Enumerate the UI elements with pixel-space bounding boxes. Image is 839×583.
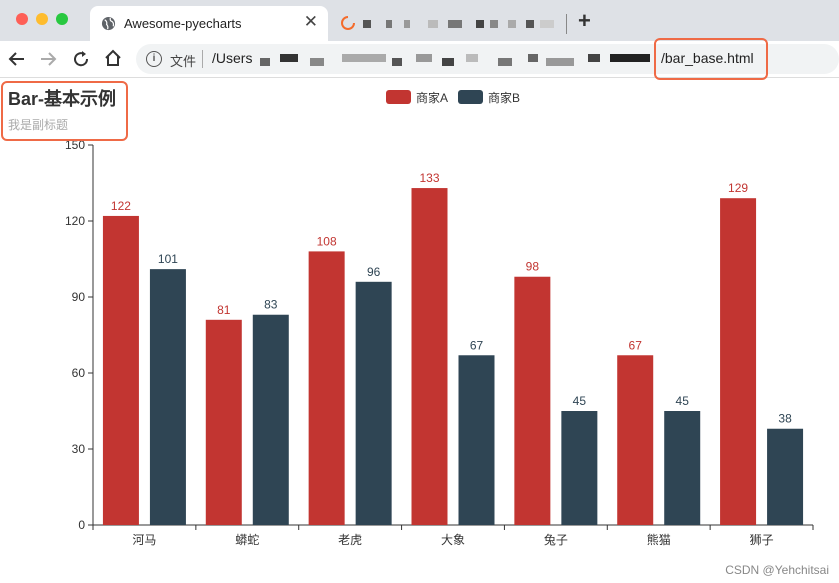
data-label-b: 101	[158, 252, 178, 266]
legend-label-b[interactable]: 商家B	[488, 90, 520, 105]
data-label-a: 81	[217, 303, 231, 317]
x-tick-label: 老虎	[338, 533, 362, 547]
tab-second[interactable]	[330, 6, 568, 41]
y-tick-label: 60	[72, 366, 86, 380]
x-tick-label: 兔子	[544, 532, 568, 547]
bar-b[interactable]	[458, 355, 495, 525]
globe-icon	[101, 16, 116, 31]
bar-b[interactable]	[355, 281, 392, 525]
y-tick-label: 30	[72, 442, 86, 456]
url-highlight-box	[654, 38, 768, 80]
maximize-window-icon[interactable]	[56, 13, 68, 25]
data-label-b: 96	[367, 265, 381, 279]
bar-b[interactable]	[149, 269, 186, 525]
bar-a[interactable]	[205, 319, 242, 525]
tab-strip: Awesome-pyecharts ✕ +	[0, 0, 839, 41]
minimize-window-icon[interactable]	[36, 13, 48, 25]
data-label-a: 133	[419, 171, 439, 185]
data-label-a: 108	[317, 234, 337, 248]
data-label-a: 98	[526, 260, 540, 274]
home-icon[interactable]	[104, 49, 122, 67]
data-label-a: 129	[728, 181, 748, 195]
legend[interactable]: 商家A 商家B	[386, 90, 520, 105]
data-label-b: 45	[573, 394, 587, 408]
bar-a[interactable]	[617, 355, 654, 525]
x-tick-label: 大象	[441, 533, 465, 547]
legend-swatch-b[interactable]	[458, 90, 483, 104]
bar-a[interactable]	[102, 215, 139, 525]
x-tick-label: 狮子	[750, 533, 774, 547]
y-tick-label: 120	[65, 214, 85, 228]
bar-b[interactable]	[561, 411, 598, 525]
loading-spinner-icon	[341, 16, 355, 30]
bar-chart: 0306090120150河马 蟒蛇 老虎 大象 兔子 熊猫 狮子 122811081339…	[8, 88, 814, 547]
data-label-b: 83	[264, 298, 278, 312]
watermark: CSDN @Yehchitsai	[725, 563, 829, 577]
bar-b[interactable]	[252, 314, 289, 525]
x-tick-label: 熊猫	[647, 532, 671, 547]
forward-arrow-icon[interactable]	[39, 50, 57, 68]
reload-icon[interactable]	[72, 50, 90, 68]
bar-b[interactable]	[664, 411, 701, 525]
data-label-a: 122	[111, 199, 131, 213]
tab-title: Awesome-pyecharts	[124, 16, 242, 31]
back-arrow-icon[interactable]	[8, 50, 26, 68]
title-highlight-box	[1, 81, 128, 141]
data-label-b: 45	[676, 394, 690, 408]
file-label: 文件	[170, 54, 197, 69]
y-tick-label: 90	[72, 290, 86, 304]
bar-a[interactable]	[308, 251, 345, 525]
x-tick-label: 河马	[132, 533, 156, 547]
tab-divider	[566, 14, 567, 34]
url-divider	[202, 50, 203, 68]
bar-a[interactable]	[411, 188, 448, 526]
x-tick-label: 蟒蛇	[235, 532, 259, 547]
new-tab-button[interactable]: +	[578, 8, 591, 34]
bar-a[interactable]	[514, 276, 551, 525]
info-icon[interactable]: i	[146, 51, 162, 67]
bar-b[interactable]	[767, 428, 804, 525]
legend-swatch-a[interactable]	[386, 90, 411, 104]
close-window-icon[interactable]	[16, 13, 28, 25]
data-label-a: 67	[629, 338, 643, 352]
bar-a[interactable]	[720, 198, 757, 525]
y-tick-label: 0	[78, 518, 85, 532]
legend-label-a[interactable]: 商家A	[416, 90, 448, 105]
url-text-start: /Users	[212, 50, 253, 66]
data-label-b: 67	[470, 338, 484, 352]
tab-awesome-pyecharts[interactable]: Awesome-pyecharts ✕	[90, 6, 328, 41]
tab-close-icon[interactable]: ✕	[304, 12, 318, 32]
data-label-b: 38	[778, 412, 792, 426]
